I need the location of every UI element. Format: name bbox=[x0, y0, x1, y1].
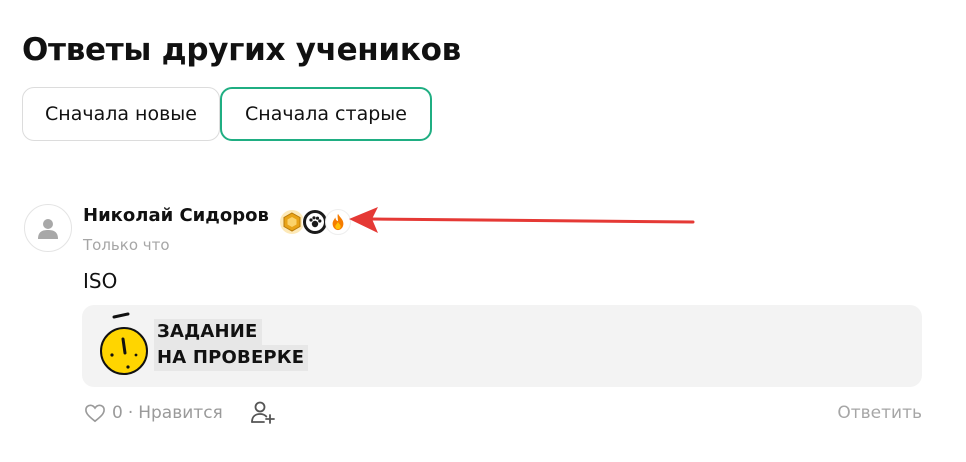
like-group: 0 · Нравится bbox=[84, 398, 223, 428]
review-status-line-1: ЗАДАНИЕ bbox=[154, 319, 262, 345]
review-status-line-2: НА ПРОВЕРКЕ bbox=[154, 345, 309, 371]
sort-newest-button[interactable]: Сначала новые bbox=[22, 87, 220, 141]
add-user-icon[interactable] bbox=[250, 400, 276, 426]
answer-text: ISO bbox=[83, 269, 118, 293]
like-count: 0 bbox=[112, 403, 123, 423]
avatar[interactable] bbox=[24, 204, 72, 252]
review-status-text: ЗАДАНИЕ НА ПРОВЕРКЕ bbox=[154, 319, 309, 371]
heart-icon[interactable] bbox=[84, 403, 106, 423]
like-button[interactable]: Нравится bbox=[138, 403, 223, 423]
page: Ответы других учеников Сначала новые Сна… bbox=[0, 0, 966, 462]
reply-button[interactable]: Ответить bbox=[837, 398, 922, 428]
sort-oldest-button[interactable]: Сначала старые bbox=[220, 87, 432, 141]
answer-timestamp: Только что bbox=[83, 236, 170, 254]
section-title: Ответы других учеников bbox=[22, 32, 461, 68]
stopwatch-icon bbox=[100, 312, 148, 375]
sort-oldest-label: Сначала старые bbox=[245, 103, 407, 125]
author-badges bbox=[279, 209, 351, 235]
sort-newest-label: Сначала новые bbox=[45, 103, 197, 125]
user-placeholder-icon bbox=[38, 219, 58, 239]
author-name[interactable]: Николай Сидоров bbox=[83, 203, 269, 229]
fire-badge-icon bbox=[325, 209, 351, 235]
like-separator: · bbox=[127, 403, 134, 423]
review-status-card: ЗАДАНИЕ НА ПРОВЕРКЕ bbox=[82, 305, 922, 387]
